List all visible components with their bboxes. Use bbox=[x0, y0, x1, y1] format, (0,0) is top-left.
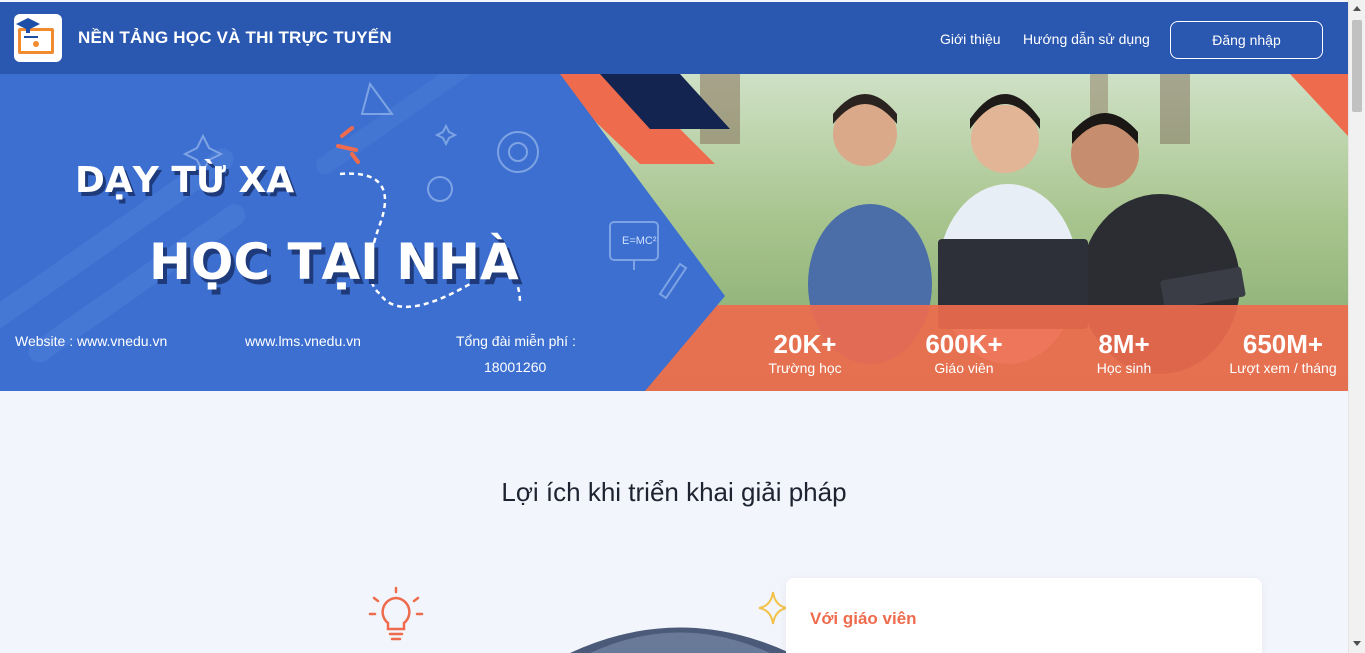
headline-line-2: HỌC TẠI NHÀ bbox=[149, 232, 519, 291]
teacher-benefit-card: Với giáo viên bbox=[786, 578, 1262, 653]
lightbulb-icon bbox=[368, 586, 424, 641]
hotline-label: Tổng đài miễn phí : bbox=[456, 333, 576, 349]
stat-value-schools: 20K+ bbox=[773, 329, 837, 359]
stat-label-teachers: Giáo viên bbox=[934, 360, 994, 376]
lms-label[interactable]: www.lms.vnedu.vn bbox=[245, 333, 361, 349]
stat-value-views: 650M+ bbox=[1242, 329, 1324, 359]
stat-label-schools: Trường học bbox=[768, 360, 842, 376]
nav-gioi-thieu[interactable]: Giới thiệu bbox=[940, 31, 1001, 47]
page-scrollbar[interactable] bbox=[1348, 0, 1365, 653]
nav-huong-dan[interactable]: Hướng dẫn sử dụng bbox=[1023, 31, 1150, 47]
stat-label-students: Học sinh bbox=[1096, 360, 1152, 376]
website-label[interactable]: Website : www.vnedu.vn bbox=[15, 333, 167, 349]
top-header: NỀN TẢNG HỌC VÀ THI TRỰC TUYẾN Giới thiệ… bbox=[0, 2, 1348, 74]
sparkle-icon bbox=[758, 591, 788, 625]
board-text: E=MC² bbox=[622, 235, 657, 247]
scroll-up-icon[interactable] bbox=[1353, 6, 1361, 11]
scrollbar-thumb[interactable] bbox=[1352, 20, 1362, 112]
site-logo[interactable] bbox=[14, 14, 62, 62]
logo-icon bbox=[16, 18, 54, 54]
stat-value-students: 8M+ bbox=[1098, 329, 1150, 359]
site-title: NỀN TẢNG HỌC VÀ THI TRỰC TUYẾN bbox=[78, 28, 392, 47]
stat-label-views: Lượt xem / tháng bbox=[1229, 360, 1337, 376]
benefits-title: Lợi ích khi triển khai giải pháp bbox=[501, 477, 847, 507]
headline-line-1: DẠY TỪ XA bbox=[75, 159, 294, 201]
hotline-number: 18001260 bbox=[484, 359, 547, 375]
hero-banner: E=MC² DẠY TỪ XA DẠY TỪ XA HỌC TẠI NHÀ HỌ… bbox=[0, 74, 1348, 391]
stat-value-teachers: 600K+ bbox=[925, 329, 1003, 359]
teacher-card-title: Với giáo viên bbox=[810, 609, 917, 628]
scroll-down-icon[interactable] bbox=[1353, 641, 1361, 646]
login-button[interactable]: Đăng nhập bbox=[1170, 21, 1323, 59]
